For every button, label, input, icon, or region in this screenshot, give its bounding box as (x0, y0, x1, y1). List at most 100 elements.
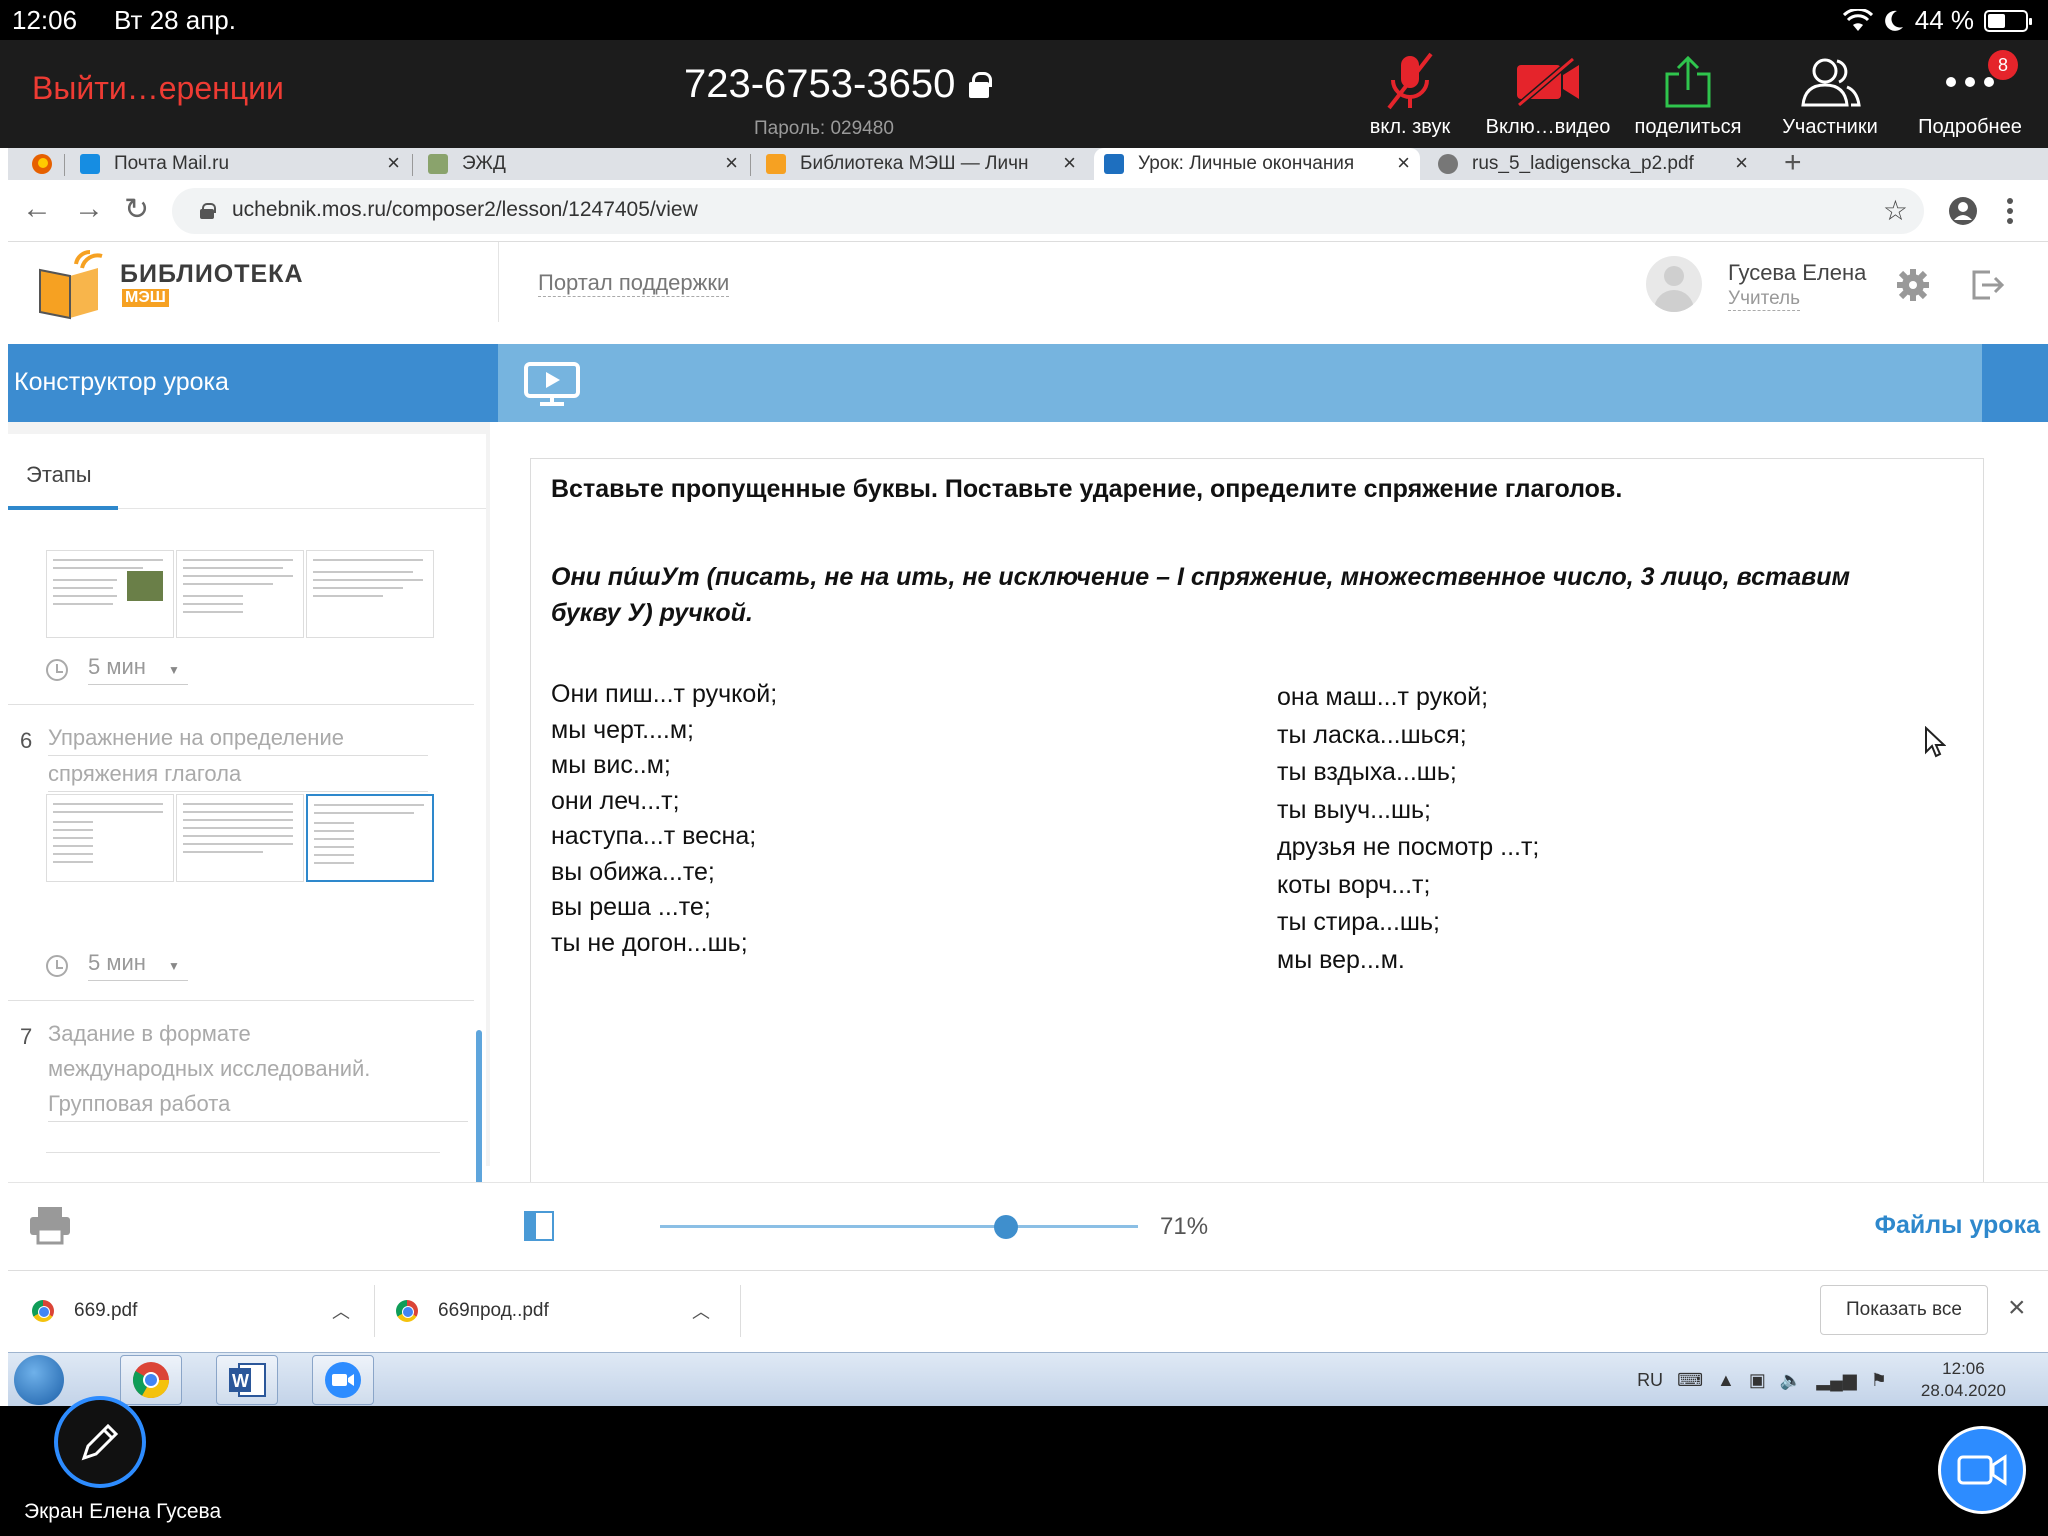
unmute-button[interactable]: вкл. звук (1340, 50, 1480, 139)
tab-library[interactable]: Библиотека МЭШ — Личн × (756, 148, 1086, 180)
flag-icon[interactable]: ⚑ (1871, 1370, 1887, 1391)
avatar[interactable] (1646, 256, 1702, 312)
chevron-up-icon[interactable]: ︿ (332, 1298, 350, 1324)
meeting-id[interactable]: 723-6753-3650 (684, 62, 993, 107)
stage-title[interactable]: Упражнение на определение спряжения глаг… (48, 720, 428, 792)
constructor-bar-accent (1982, 344, 2048, 422)
close-icon[interactable]: × (1063, 150, 1076, 176)
constructor-bar: Конструктор урока (8, 344, 2048, 422)
muted-mic-icon (1387, 52, 1433, 110)
exercise-item: она маш...т рукой; (1277, 683, 1489, 711)
more-button[interactable]: 8 Подробнее (1900, 50, 2040, 139)
panel-toggle-icon[interactable] (524, 1211, 554, 1241)
lesson-files-link[interactable]: Файлы урока (1875, 1211, 2040, 1240)
volume-icon[interactable]: 🔈 (1780, 1370, 1802, 1391)
chrome-icon (132, 1362, 169, 1399)
back-arrow-icon[interactable]: ← (22, 192, 52, 226)
forward-arrow-icon[interactable]: → (74, 192, 104, 226)
download-item[interactable]: 669.pdf ︿ (32, 1289, 372, 1333)
tab-pdf[interactable]: rus_5_ladigenscka_p2.pdf × (1428, 148, 1758, 180)
stage-number: 7 (20, 1024, 33, 1049)
tray-expand-icon[interactable]: ▲ (1717, 1370, 1735, 1391)
constructor-title-box: Конструктор урока (8, 344, 498, 422)
participants-button[interactable]: Участники (1760, 50, 1900, 139)
zoom-slider-knob[interactable] (994, 1215, 1018, 1239)
slide-thumbnail[interactable] (46, 794, 174, 882)
slide-thumbnail-selected[interactable] (306, 794, 434, 882)
taskbar-time: 12:06 (1942, 1359, 1985, 1378)
close-icon[interactable]: × (1735, 150, 1748, 176)
slide-thumbnail[interactable] (306, 550, 434, 638)
tab-mail[interactable]: Почта Mail.ru × (70, 148, 410, 180)
share-label: поделиться (1634, 116, 1742, 138)
close-icon[interactable]: × (725, 150, 738, 176)
unmute-label: вкл. звук (1369, 116, 1451, 138)
windows-start-icon[interactable] (14, 1355, 64, 1405)
stage-duration[interactable]: 5 мин ▼ (46, 654, 188, 685)
lesson-toolbar: 71% Файлы урока (8, 1182, 2048, 1270)
header-divider (498, 242, 499, 322)
exercise-item: ты вздыха...шь; (1277, 758, 1457, 786)
taskbar-clock[interactable]: 12:06 28.04.2020 (1921, 1358, 2006, 1402)
stage-title-line: международных исследований. (48, 1056, 371, 1081)
annotate-button[interactable] (54, 1396, 146, 1488)
signal-icon[interactable]: ▂▄▆ (1816, 1370, 1856, 1391)
start-video-button[interactable]: Вклю…видео (1478, 50, 1618, 139)
sidebar-scrollbar[interactable] (476, 1030, 482, 1198)
library-logo-sub: МЭШ (122, 289, 169, 307)
chrome-icon (32, 1300, 54, 1322)
tab-pdf-title: rus_5_ladigenscka_p2.pdf (1472, 153, 1694, 174)
zoom-percent: 71% (1160, 1213, 1209, 1240)
exercise-task: Вставьте пропущенные буквы. Поставьте уд… (551, 475, 1623, 503)
network-icon[interactable]: ▣ (1749, 1370, 1766, 1391)
gear-icon[interactable] (1896, 268, 1930, 302)
present-icon[interactable] (524, 362, 580, 406)
address-bar[interactable]: uchebnik.mos.ru/composer2/lesson/1247405… (172, 188, 1924, 234)
new-tab-button[interactable]: + (1784, 148, 1802, 180)
account-icon[interactable] (1948, 196, 1978, 226)
notification-badge: 8 (1988, 50, 2018, 80)
stage-number: 6 (20, 728, 33, 753)
show-all-downloads-button[interactable]: Показать все (1820, 1285, 1988, 1335)
menu-dots-icon[interactable] (2006, 196, 2014, 226)
close-icon[interactable]: × (387, 150, 400, 176)
close-icon[interactable]: × (1397, 150, 1410, 176)
printer-icon[interactable] (28, 1205, 72, 1245)
user-role[interactable]: Учитель (1728, 288, 1800, 311)
tab-lesson[interactable]: Урок: Личные окончания × (1094, 148, 1420, 180)
bookmark-star-icon[interactable]: ☆ (1883, 194, 1908, 227)
chevron-up-icon[interactable]: ︿ (692, 1298, 710, 1324)
stage-title-line: Упражнение на определение (48, 720, 428, 756)
keyboard-icon[interactable]: ⌨ (1677, 1370, 1703, 1391)
share-screen-button[interactable]: поделиться (1618, 50, 1758, 139)
taskbar-chrome[interactable] (120, 1355, 182, 1405)
slide-thumbnail[interactable] (46, 550, 174, 638)
slide-thumbnail[interactable] (176, 550, 304, 638)
taskbar-zoom[interactable] (312, 1355, 374, 1405)
stage-duration[interactable]: 5 мин ▼ (46, 950, 188, 981)
tab-ezhd[interactable]: ЭЖД × (418, 148, 748, 180)
logout-icon[interactable] (1970, 268, 2006, 302)
reload-icon[interactable]: ↻ (124, 192, 149, 227)
language-indicator[interactable]: RU (1637, 1370, 1663, 1391)
leave-meeting-button[interactable]: Выйти…еренции (32, 70, 284, 107)
tab-stages[interactable]: Этапы (26, 462, 92, 488)
download-item[interactable]: 669прод..pdf ︿ (396, 1289, 736, 1333)
library-logo-icon[interactable] (36, 248, 110, 320)
camera-button[interactable] (1938, 1426, 2026, 1514)
taskbar-word[interactable]: W (216, 1355, 278, 1405)
example-line: букву У) ручкой. (551, 599, 753, 627)
stage-title-line: Задание в формате (48, 1021, 251, 1046)
tab-ezhd-title: ЭЖД (462, 153, 506, 174)
chevron-down-icon: ▼ (168, 958, 180, 973)
close-icon[interactable]: × (2008, 1291, 2026, 1325)
support-portal-link[interactable]: Портал поддержки (538, 270, 730, 297)
exercise-item: мы черт....м; (551, 715, 694, 744)
chrome-icon (396, 1300, 418, 1322)
slide-thumbnail[interactable] (176, 794, 304, 882)
download-file-name: 669прод..pdf (438, 1300, 549, 1321)
exercise-left-column: Они пиш...т ручкой; мы черт....м; мы вис… (551, 677, 777, 961)
stage-title[interactable]: Задание в формате международных исследов… (48, 1016, 468, 1122)
zoom-slider[interactable] (660, 1215, 1138, 1239)
constructor-title: Конструктор урока (14, 368, 229, 396)
